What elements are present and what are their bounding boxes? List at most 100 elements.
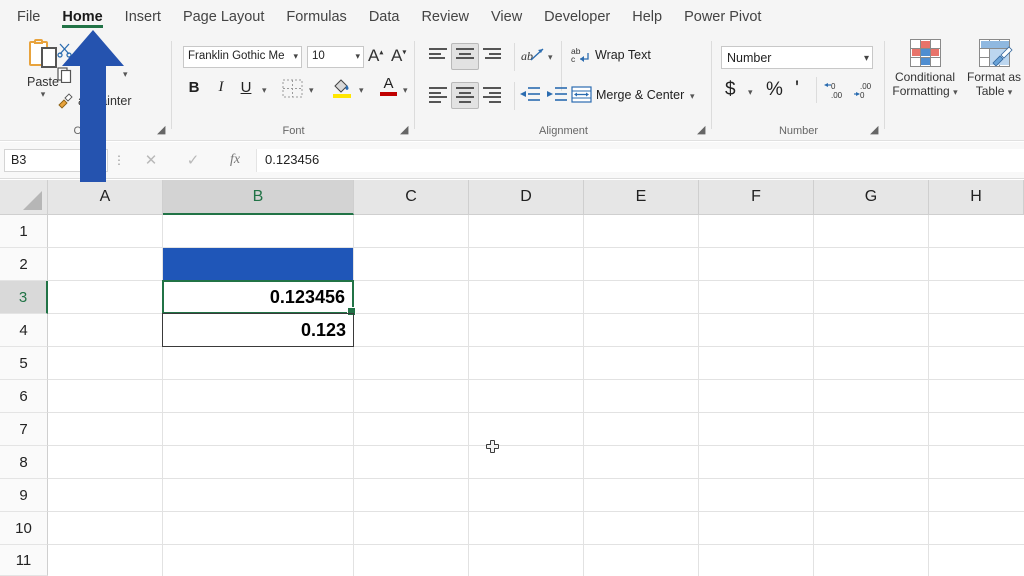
font-dialog-launcher[interactable]: ◢	[400, 125, 411, 136]
alignment-dialog-launcher[interactable]: ◢	[697, 125, 708, 136]
font-color-label: A	[383, 75, 393, 92]
italic-button[interactable]: I	[210, 79, 232, 96]
tab-power-pivot[interactable]: Power Pivot	[673, 0, 772, 33]
row-header-1[interactable]: 1	[0, 215, 48, 248]
conditional-formatting-chevron-down-icon[interactable]: ▾	[953, 87, 958, 97]
tab-file-label: File	[17, 9, 40, 25]
merge-center-button[interactable]: Merge & Center	[596, 88, 684, 102]
font-name-input[interactable]: Franklin Gothic Me ▾	[183, 46, 302, 68]
increase-font-size-button[interactable]: A▴	[368, 46, 383, 66]
row-header-2[interactable]: 2	[0, 248, 48, 281]
ribbon-group-number: Number ▾ $ ▾ % ' 0.00 .000 Number ◢	[712, 33, 885, 141]
font-color-button[interactable]: A	[379, 76, 398, 96]
format-as-table-button[interactable]: Format as Table ▾	[963, 39, 1024, 99]
conditional-formatting-button[interactable]: Conditional Formatting ▾	[889, 39, 961, 99]
column-header-b[interactable]: B	[163, 180, 354, 215]
row-header-4[interactable]: 4	[0, 314, 48, 347]
number-format-select[interactable]: Number ▾	[721, 46, 873, 69]
comma-button[interactable]: '	[795, 77, 799, 101]
conditional-formatting-label-2: Formatting	[892, 84, 949, 98]
column-header-a[interactable]: A	[48, 180, 163, 215]
wrap-text-label: Wrap Text	[595, 48, 651, 62]
row-header-8[interactable]: 8	[0, 446, 48, 479]
cancel-edit-button[interactable]: ✕	[130, 151, 172, 169]
underline-button[interactable]: U	[235, 79, 257, 96]
insert-function-button[interactable]: fx	[214, 152, 256, 168]
cell-b2[interactable]	[163, 248, 353, 280]
decrease-indent-button[interactable]	[519, 85, 541, 104]
row-header-9[interactable]: 9	[0, 479, 48, 512]
bold-button[interactable]: B	[183, 79, 205, 96]
tab-review[interactable]: Review	[410, 0, 480, 33]
fill-color-button[interactable]	[332, 77, 353, 99]
number-format-chevron-down-icon[interactable]: ▾	[864, 53, 869, 64]
fx-icon: fx	[230, 152, 240, 167]
increase-decimal-button[interactable]: 0.00	[824, 80, 848, 105]
column-header-h[interactable]: H	[929, 180, 1024, 215]
tab-insert[interactable]: Insert	[114, 0, 172, 33]
number-dialog-launcher[interactable]: ◢	[870, 125, 881, 136]
cell-b4[interactable]: 0.123	[162, 313, 354, 347]
align-left-button[interactable]	[429, 87, 451, 104]
select-all-corner[interactable]	[0, 180, 48, 215]
decrease-font-size-button[interactable]: A▾	[391, 46, 406, 66]
increase-indent-button[interactable]	[546, 85, 568, 104]
row-header-7[interactable]: 7	[0, 413, 48, 446]
tab-formulas[interactable]: Formulas	[275, 0, 357, 33]
align-bottom-button[interactable]	[483, 48, 505, 65]
tab-data[interactable]: Data	[358, 0, 411, 33]
formula-bar: B3 ▾ ⋮ ✕ ✓ fx 0.123456	[0, 142, 1024, 179]
cell-b3[interactable]: 0.123456	[162, 280, 354, 314]
confirm-edit-button[interactable]: ✓	[172, 151, 214, 169]
tab-help[interactable]: Help	[621, 0, 673, 33]
column-header-e[interactable]: E	[584, 180, 699, 215]
formula-value: 0.123456	[265, 152, 319, 167]
worksheet-grid: A B C D E F G H 1 2 3 4 5 6 7 8 9 10 11	[0, 180, 1024, 576]
font-color-chevron-down-icon[interactable]: ▾	[403, 85, 408, 96]
tab-developer-label: Developer	[544, 9, 610, 25]
align-right-button[interactable]	[483, 87, 505, 104]
fill-color-chevron-down-icon[interactable]: ▾	[359, 85, 364, 96]
tab-view[interactable]: View	[480, 0, 533, 33]
tab-file[interactable]: File	[6, 0, 51, 33]
clipboard-dialog-launcher[interactable]: ◢	[157, 125, 168, 136]
wrap-text-button[interactable]: Wrap Text	[595, 48, 651, 62]
tab-developer[interactable]: Developer	[533, 0, 621, 33]
underline-chevron-down-icon[interactable]: ▾	[262, 85, 267, 96]
format-as-table-label-2: Table	[976, 84, 1005, 98]
format-as-table-chevron-down-icon[interactable]: ▾	[1008, 87, 1013, 97]
ribbon-tab-bar: File Home Insert Page Layout Formulas Da…	[0, 0, 1024, 33]
currency-chevron-down-icon[interactable]: ▾	[748, 87, 753, 98]
column-header-c[interactable]: C	[354, 180, 469, 215]
tab-home[interactable]: Home	[51, 0, 113, 33]
percent-button[interactable]: %	[766, 79, 783, 101]
ribbon-group-styles: Conditional Formatting ▾ Format as Table…	[885, 33, 1024, 141]
orientation-button[interactable]: ab	[521, 46, 543, 66]
cell-area[interactable]: 0.123456 0.123	[48, 215, 1024, 576]
align-top-button[interactable]	[429, 48, 451, 65]
font-name-chevron-down-icon[interactable]: ▾	[293, 51, 298, 62]
font-size-chevron-down-icon[interactable]: ▾	[355, 51, 360, 62]
formula-input[interactable]: 0.123456	[256, 149, 1024, 172]
row-header-10[interactable]: 10	[0, 512, 48, 545]
tab-page-layout[interactable]: Page Layout	[172, 0, 275, 33]
column-header-f[interactable]: F	[699, 180, 814, 215]
align-middle-button[interactable]	[456, 48, 478, 65]
borders-button[interactable]	[282, 79, 303, 98]
row-header-3[interactable]: 3	[0, 281, 48, 314]
row-header-6[interactable]: 6	[0, 380, 48, 413]
decrease-decimal-button[interactable]: .000	[852, 80, 876, 105]
font-size-input[interactable]: 10 ▾	[307, 46, 364, 68]
borders-chevron-down-icon[interactable]: ▾	[309, 85, 314, 96]
merge-center-chevron-down-icon[interactable]: ▾	[690, 91, 695, 102]
row-header-11[interactable]: 11	[0, 545, 48, 576]
tab-page-layout-label: Page Layout	[183, 9, 264, 25]
column-header-d[interactable]: D	[469, 180, 584, 215]
font-name-value: Franklin Gothic Me	[188, 50, 285, 62]
align-center-button[interactable]	[456, 87, 478, 104]
currency-button[interactable]: $	[725, 79, 736, 101]
font-group-label: Font	[172, 125, 415, 137]
row-header-5[interactable]: 5	[0, 347, 48, 380]
column-header-g[interactable]: G	[814, 180, 929, 215]
orientation-chevron-down-icon[interactable]: ▾	[548, 52, 553, 63]
